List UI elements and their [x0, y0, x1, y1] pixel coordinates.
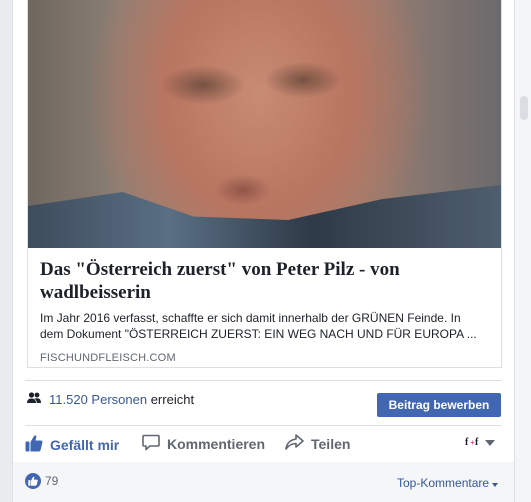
- link-preview-description: Im Jahr 2016 verfasst, schaffte er sich …: [40, 310, 489, 342]
- page-avatar-icon: f + f: [465, 435, 481, 450]
- post-as-selector[interactable]: f + f: [465, 435, 495, 450]
- link-preview-domain: FISCHUNDFLEISCH.COM: [40, 352, 176, 364]
- link-preview-body[interactable]: Das "Österreich zuerst" von Peter Pilz -…: [28, 248, 501, 364]
- share-icon: [285, 434, 304, 453]
- post-card: Das "Österreich zuerst" von Peter Pilz -…: [12, 0, 515, 502]
- promote-post-button[interactable]: Beitrag bewerben: [377, 393, 501, 417]
- dropdown-caret-icon: [485, 437, 495, 449]
- share-label: Teilen: [311, 435, 351, 452]
- description-line-1: Im Jahr 2016 verfasst, schaffte er sich …: [40, 311, 461, 325]
- link-preview-title[interactable]: Das "Österreich zuerst" von Peter Pilz -…: [40, 258, 489, 304]
- description-line-2: dem Dokument "ÖSTERREICH ZUERST: EIN WEG…: [40, 327, 477, 341]
- share-button[interactable]: Teilen: [285, 434, 350, 453]
- reach-count-link[interactable]: 11.520 Personen: [49, 392, 147, 407]
- like-count[interactable]: 79: [45, 474, 58, 488]
- scrollbar-thumb[interactable]: [520, 96, 528, 120]
- comments-footer: 79 Top-Kommentare: [13, 462, 514, 502]
- divider: [25, 425, 502, 426]
- like-badge-icon: [25, 473, 41, 489]
- scrollbar-track[interactable]: [515, 0, 531, 502]
- comment-button[interactable]: Kommentieren: [142, 434, 265, 454]
- like-summary[interactable]: 79: [25, 473, 58, 489]
- dropdown-caret-icon: [492, 476, 499, 490]
- reach-suffix: erreicht: [150, 392, 195, 407]
- comment-sort-dropdown[interactable]: Top-Kommentare: [397, 476, 499, 490]
- svg-text:f: f: [465, 437, 469, 447]
- like-icon: [25, 434, 43, 455]
- link-preview-image[interactable]: [28, 0, 501, 248]
- comment-label: Kommentieren: [167, 436, 266, 452]
- like-button[interactable]: Gefällt mir: [25, 434, 119, 455]
- reach-count[interactable]: 11.520: [49, 392, 88, 407]
- svg-text:f: f: [475, 437, 479, 447]
- reach-stats: 11.520 Personen erreicht: [27, 392, 194, 407]
- reach-people[interactable]: Personen: [91, 392, 147, 407]
- divider: [25, 380, 502, 381]
- people-icon: [27, 392, 41, 407]
- photo-shirt: [28, 185, 501, 248]
- comment-sort-label[interactable]: Top-Kommentare: [397, 476, 489, 490]
- link-preview[interactable]: Das "Österreich zuerst" von Peter Pilz -…: [27, 0, 502, 368]
- comment-icon: [142, 434, 160, 454]
- like-label: Gefällt mir: [50, 436, 120, 453]
